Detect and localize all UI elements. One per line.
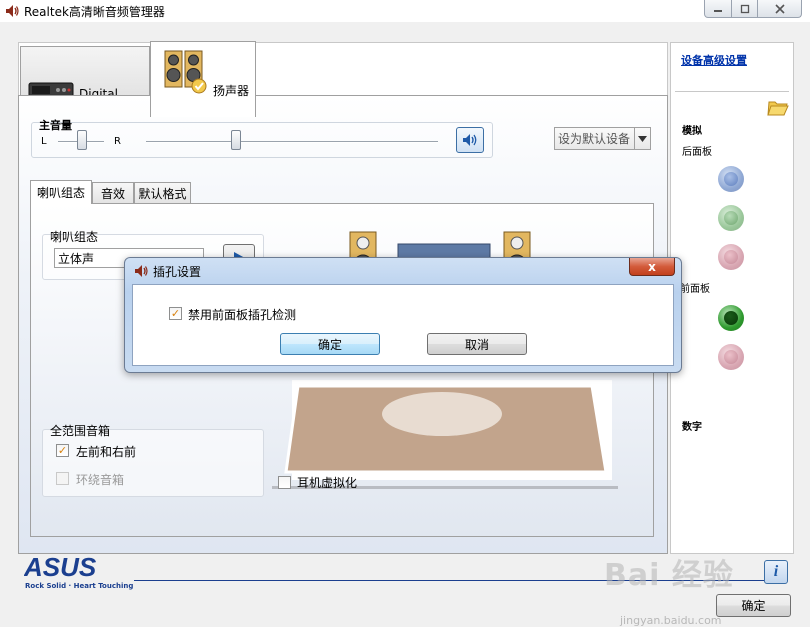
master-volume-group bbox=[31, 122, 493, 158]
dialog-ok-label: 确定 bbox=[317, 337, 342, 352]
info-button[interactable]: i bbox=[764, 560, 788, 584]
tab-sound-effects[interactable]: 音效 bbox=[92, 182, 134, 204]
front-lr-checkbox[interactable]: ✓ bbox=[56, 444, 69, 457]
asus-logo: ASUS bbox=[24, 555, 97, 581]
tab-speaker-config-label: 喇叭组态 bbox=[36, 186, 85, 200]
disable-front-jack-detect-label: 禁用前面板插孔检测 bbox=[188, 308, 297, 322]
maximize-button[interactable] bbox=[732, 0, 758, 18]
back-panel-jack-green[interactable] bbox=[718, 205, 744, 231]
speaker-volume-icon bbox=[463, 134, 477, 146]
surround-label: 环绕音箱 bbox=[76, 473, 125, 487]
tab-speaker-label: 扬声器 bbox=[213, 84, 250, 98]
front-lr-label: 左前和右前 bbox=[76, 445, 137, 459]
balance-right-label: R bbox=[114, 136, 121, 147]
headphone-virtualization-checkbox[interactable] bbox=[278, 476, 291, 489]
chevron-down-icon bbox=[634, 128, 650, 149]
set-default-device-dropdown[interactable]: 设为默认设备 bbox=[554, 127, 651, 150]
back-panel-jack-pink[interactable] bbox=[718, 244, 744, 270]
balance-slider-thumb[interactable] bbox=[77, 130, 87, 150]
back-panel-jack-blue[interactable] bbox=[718, 166, 744, 192]
advanced-settings-link[interactable]: 设备高级设置 bbox=[681, 52, 747, 68]
speaker-config-group-label: 喇叭组态 bbox=[50, 230, 99, 244]
front-panel-label: 前面板 bbox=[680, 284, 710, 295]
asus-logo-text: ASUS bbox=[24, 555, 97, 581]
divider bbox=[675, 91, 789, 92]
dialog-close-button[interactable]: x bbox=[629, 258, 675, 276]
jack-panel: 设备高级设置 模拟 后面板 前面板 数字 bbox=[670, 42, 794, 554]
window-title: Realtek高清晰音频管理器 bbox=[24, 5, 165, 19]
master-volume-label: 主音量 bbox=[39, 119, 72, 132]
mute-button[interactable] bbox=[456, 127, 484, 153]
digital-label: 数字 bbox=[682, 422, 702, 433]
tab-sound-effects-label: 音效 bbox=[100, 187, 125, 201]
tab-speaker-config[interactable]: 喇叭组态 bbox=[30, 180, 92, 204]
close-icon bbox=[774, 3, 785, 14]
full-range-group-label: 全范围音箱 bbox=[50, 424, 111, 438]
close-button[interactable] bbox=[758, 0, 802, 18]
minimize-icon bbox=[714, 9, 722, 12]
dialog-title: 插孔设置 bbox=[153, 265, 202, 279]
speaker-icon bbox=[6, 5, 19, 17]
volume-slider-track[interactable] bbox=[146, 141, 438, 143]
tab-speaker[interactable]: 扬声器 bbox=[150, 41, 256, 117]
jack-settings-dialog: 插孔设置 x ✓ 禁用前面板插孔检测 确定 取消 bbox=[124, 257, 682, 373]
back-panel-label: 后面板 bbox=[682, 147, 712, 158]
headphone-virtualization-label: 耳机虚拟化 bbox=[297, 476, 358, 490]
tab-default-format[interactable]: 默认格式 bbox=[134, 182, 191, 204]
watermark: Bai 经验 bbox=[604, 558, 734, 593]
front-panel-jack-green[interactable] bbox=[718, 305, 744, 331]
window-title-bar: Realtek高清晰音频管理器 bbox=[0, 0, 810, 22]
dialog-body: ✓ 禁用前面板插孔检测 确定 取消 bbox=[132, 284, 674, 366]
watermark-url: jingyan.baidu.com bbox=[620, 614, 722, 627]
asus-tagline: Rock Solid · Heart Touching bbox=[25, 582, 134, 590]
ok-button-label: 确定 bbox=[741, 599, 766, 613]
volume-slider-thumb[interactable] bbox=[231, 130, 241, 150]
analog-label: 模拟 bbox=[682, 126, 702, 137]
disable-front-jack-detect-checkbox[interactable]: ✓ bbox=[169, 307, 182, 320]
dialog-cancel-button[interactable]: 取消 bbox=[427, 333, 527, 355]
dialog-ok-button[interactable]: 确定 bbox=[280, 333, 380, 355]
minimize-button[interactable] bbox=[704, 0, 732, 18]
dialog-cancel-label: 取消 bbox=[464, 337, 489, 352]
folder-icon[interactable] bbox=[767, 97, 789, 117]
info-icon: i bbox=[773, 563, 779, 580]
speaker-tab-icon bbox=[164, 50, 207, 94]
set-default-device-label: 设为默认设备 bbox=[558, 132, 631, 146]
front-panel-jack-pink[interactable] bbox=[718, 344, 744, 370]
balance-left-label: L bbox=[41, 136, 47, 147]
maximize-icon bbox=[740, 4, 749, 13]
close-icon: x bbox=[648, 259, 656, 274]
window-caption-buttons bbox=[704, 0, 802, 18]
speaker-icon bbox=[135, 265, 148, 277]
ok-button[interactable]: 确定 bbox=[716, 594, 791, 617]
tab-default-format-label: 默认格式 bbox=[138, 187, 187, 201]
speaker-config-selected: 立体声 bbox=[58, 251, 95, 266]
surround-checkbox[interactable] bbox=[56, 472, 69, 485]
